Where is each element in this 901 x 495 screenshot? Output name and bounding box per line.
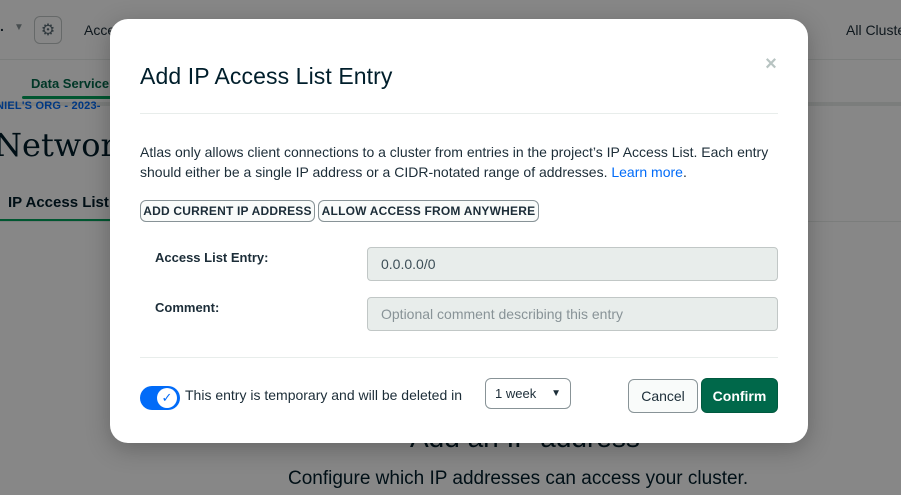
learn-more-link[interactable]: Learn more [611, 164, 683, 180]
temporary-entry-label: This entry is temporary and will be dele… [185, 387, 463, 403]
temporary-entry-toggle[interactable]: ✓ [140, 386, 180, 410]
add-current-ip-button[interactable]: ADD CURRENT IP ADDRESS [140, 200, 315, 222]
close-icon[interactable]: × [762, 53, 780, 75]
checkmark-icon: ✓ [157, 388, 177, 408]
duration-selected-value: 1 week [495, 386, 537, 401]
comment-input[interactable]: Optional comment describing this entry [367, 297, 778, 331]
allow-access-from-anywhere-button[interactable]: ALLOW ACCESS FROM ANYWHERE [318, 200, 539, 222]
modal-description: Atlas only allows client connections to … [140, 142, 780, 182]
description-end: . [682, 164, 687, 180]
comment-label: Comment: [155, 300, 220, 315]
divider [140, 357, 778, 358]
access-list-entry-input[interactable]: 0.0.0.0/0 [367, 247, 778, 281]
modal-title: Add IP Access List Entry [140, 63, 393, 89]
duration-select[interactable]: 1 week ▼ [485, 378, 571, 409]
confirm-button[interactable]: Confirm [701, 378, 778, 413]
caret-down-icon: ▼ [551, 388, 561, 399]
access-list-entry-label: Access List Entry: [155, 250, 269, 265]
add-ip-access-list-modal: Add IP Access List Entry × Atlas only al… [110, 19, 808, 443]
divider [140, 113, 778, 114]
cancel-button[interactable]: Cancel [628, 379, 698, 413]
